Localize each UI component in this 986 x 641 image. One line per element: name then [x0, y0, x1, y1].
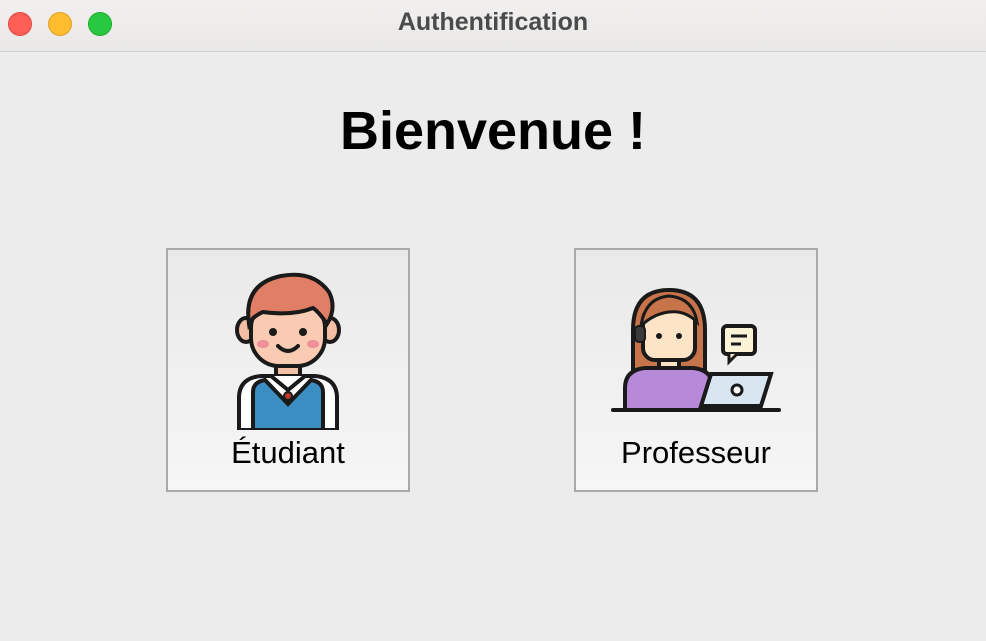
teacher-button[interactable]: Professeur	[574, 248, 818, 492]
window-title: Authentification	[397, 8, 589, 36]
teacher-label: Professeur	[621, 435, 771, 470]
student-avatar-icon	[235, 272, 341, 430]
auth-window: Authentification Bienvenue ! Étudiant Pr…	[0, 0, 986, 641]
student-button[interactable]: Étudiant	[166, 248, 410, 492]
welcome-heading: Bienvenue !	[339, 101, 647, 161]
teacher-laptop-icon	[611, 287, 781, 412]
student-label: Étudiant	[231, 435, 345, 470]
title-bar: Authentification	[0, 0, 986, 52]
